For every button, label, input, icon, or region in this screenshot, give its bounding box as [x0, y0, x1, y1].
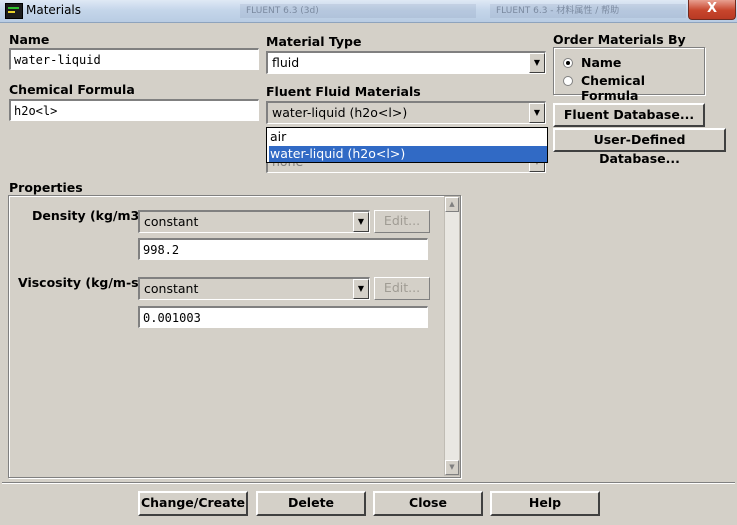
fluent-database-button[interactable]: Fluent Database... [553, 103, 705, 127]
delete-button[interactable]: Delete [256, 491, 366, 516]
change-create-button[interactable]: Change/Create [138, 491, 248, 516]
title-bar[interactable]: Materials FLUENT 6.3 (3d) FLUENT 6.3 - 材… [0, 0, 737, 23]
fluent-fluid-materials-value: water-liquid (h2o<l>) [272, 105, 408, 120]
name-input[interactable]: water-liquid [9, 48, 259, 70]
chemical-formula-input[interactable]: h2o<l> [9, 99, 259, 121]
radio-name[interactable] [563, 58, 573, 68]
fluent-fluid-materials-select[interactable]: water-liquid (h2o<l>) ▼ [266, 101, 546, 124]
radio-name-label[interactable]: Name [581, 55, 621, 70]
fluent-fluid-materials-dropdown[interactable]: air water-liquid (h2o<l>) [266, 127, 548, 163]
density-label: Density (kg/m3) [32, 208, 145, 223]
dropdown-option-water-liquid[interactable]: water-liquid (h2o<l>) [269, 146, 547, 162]
fluent-fluid-materials-label: Fluent Fluid Materials [266, 84, 421, 99]
viscosity-edit-button[interactable]: Edit... [374, 277, 430, 300]
close-icon: X [706, 1, 718, 16]
density-method-value: constant [144, 214, 199, 229]
viscosity-value-input[interactable]: 0.001003 [138, 306, 428, 328]
scroll-down-icon[interactable]: ▼ [445, 460, 459, 475]
order-by-group: Name Chemical Formula [553, 47, 705, 103]
density-method-select[interactable]: constant ▼ [138, 210, 370, 233]
name-label: Name [9, 32, 50, 47]
material-type-label: Material Type [266, 34, 362, 49]
scroll-up-icon[interactable]: ▲ [445, 197, 459, 212]
radio-chemical-formula-label[interactable]: Chemical Formula [581, 73, 704, 103]
chevron-down-icon[interactable]: ▼ [529, 103, 545, 123]
background-window-title-2: FLUENT 6.3 - 材料属性 / 帮助 [490, 4, 686, 18]
user-defined-database-button[interactable]: User-Defined Database... [553, 128, 726, 166]
help-button[interactable]: Help [490, 491, 600, 516]
close-button[interactable]: Close [373, 491, 483, 516]
bottom-separator [2, 482, 735, 484]
dropdown-option-air[interactable]: air [269, 129, 547, 145]
material-type-select[interactable]: fluid ▼ [266, 51, 546, 74]
density-edit-button[interactable]: Edit... [374, 210, 430, 233]
chemical-formula-label: Chemical Formula [9, 82, 135, 97]
app-icon [5, 3, 23, 19]
radio-chemical-formula[interactable] [563, 76, 573, 86]
properties-label: Properties [9, 180, 83, 195]
viscosity-label: Viscosity (kg/m-s) [18, 275, 145, 290]
close-window-button[interactable]: X [688, 0, 736, 20]
order-by-label: Order Materials By [553, 32, 686, 47]
chevron-down-icon[interactable]: ▼ [529, 53, 545, 73]
chevron-down-icon[interactable]: ▼ [353, 279, 369, 299]
viscosity-method-value: constant [144, 281, 199, 296]
density-value-input[interactable]: 998.2 [138, 238, 428, 260]
material-type-value: fluid [272, 55, 300, 70]
window-title: Materials [26, 3, 82, 17]
background-window-title: FLUENT 6.3 (3d) [240, 4, 476, 18]
chevron-down-icon[interactable]: ▼ [353, 212, 369, 232]
viscosity-method-select[interactable]: constant ▼ [138, 277, 370, 300]
properties-scrollbar[interactable]: ▲ ▼ [444, 196, 460, 476]
